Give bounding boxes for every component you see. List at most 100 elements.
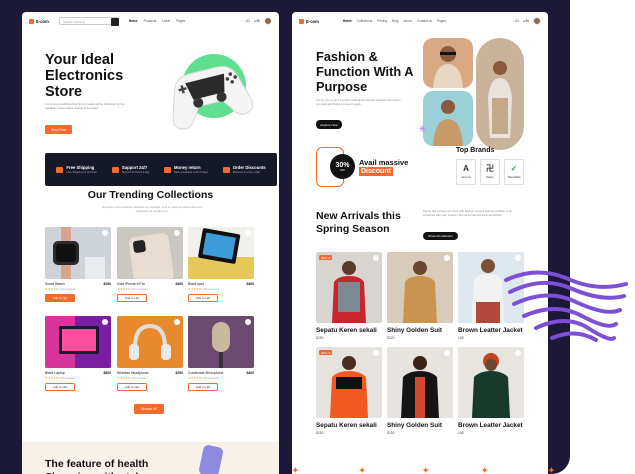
new-arrivals-description: Spring has arrived, we come with fashion… [423,209,512,217]
product-card[interactable]: Gold iPhone 8 Pro $400 ★★★★★ (24 reviews)… [117,227,183,302]
nav-link-about[interactable]: About [403,19,411,23]
marquee-item[interactable]: Acc [567,465,585,474]
headphone-icon [129,323,171,360]
marquee-item[interactable]: Modern [311,465,347,474]
ipad-image[interactable] [188,227,254,279]
wishlist-heart-icon[interactable] [245,230,251,236]
feature-title: Order Discounts [232,165,266,170]
fashion-card[interactable]: Shiny Golden Suit $320 [387,252,453,340]
fashion-store-page[interactable]: E-com Home Collections Pricing Blog Abou… [292,12,548,474]
add-to-cart-button[interactable]: Add to cart [45,383,75,391]
brand-card-taleswife[interactable]: ✓ TalesWife [504,159,524,185]
nav-link-home[interactable]: Home [129,19,138,23]
fashion-card[interactable]: 20% off Sepatu Keren sekali $250 [316,347,382,435]
brand-logo[interactable]: E-com [299,18,319,24]
nav-link-products[interactable]: Products [144,19,157,23]
search-icon[interactable] [110,17,119,26]
hero-photo-2 [476,38,524,150]
wishlist-icon[interactable]: ♡01 [513,19,519,23]
fashion-image[interactable] [387,252,453,323]
product-card[interactable]: Condenser Microphone $400 ★★★★★ (16 revie… [188,316,254,391]
product-name: Wireless Headphone [117,371,149,375]
hero-description: It is for you so find a perfect outfit a… [316,98,401,106]
nav-link-label[interactable]: Label [162,19,170,23]
feature-title: Free Shipping [66,165,95,170]
product-card[interactable]: Black Laptop $800 ★★★★★ (14 reviews) Add … [45,316,111,391]
product-card[interactable]: Smart Watch $250 ★★★★★ (14 reviews) Add t… [45,227,111,302]
fashion-card[interactable]: Brown Leatter Jacket 15$ [458,347,524,435]
fashion-image[interactable] [387,347,453,418]
add-to-cart-button[interactable]: Add to cart [188,294,218,302]
marquee-item[interactable]: Trendy [378,465,411,474]
star-icon: ✦ [422,465,430,474]
product-name: Sepatu Keren sekali [316,327,377,334]
add-to-cart-button[interactable]: Add to cart [117,294,147,302]
nav-actions: ♡01 ⊔$0 [513,17,541,25]
wishlist-heart-icon[interactable] [174,319,180,325]
nav-link-home[interactable]: Home [343,19,352,23]
product-price: $250 [316,431,324,435]
show-all-collection-button[interactable]: Show all collection [423,232,458,240]
avatar[interactable] [533,17,541,25]
nav-link-contact[interactable]: Contact us [417,19,432,23]
hero-title: Fashion & Function With A Purpose [316,49,414,94]
feature-support: Support 24/7 Support 24 Hours a day [111,165,149,174]
fashion-image[interactable]: 20% off [316,252,382,323]
cart-icon[interactable]: ⊔$0 [523,19,529,23]
wishlist-heart-icon[interactable] [444,255,450,261]
marquee-item[interactable]: Jeans [441,465,469,474]
nav-link-pages[interactable]: Pages [176,19,185,23]
iphone-image[interactable] [117,227,183,279]
add-to-cart-button[interactable]: Add to cart [188,383,218,391]
review-count: (18 reviews) [202,287,219,291]
nav-link-pricing[interactable]: Pricing [377,19,387,23]
wishlist-heart-icon[interactable] [245,319,251,325]
discount-word: Discount [359,167,393,176]
discount-icon [222,166,230,173]
brand-card-daisy[interactable]: 卍 Daisy [480,159,500,185]
product-name: Black Ipad [188,282,204,286]
trending-title: Our Trending Collections [87,189,214,201]
tablet-icon [188,228,254,279]
wishlist-heart-icon[interactable] [174,230,180,236]
explore-now-button[interactable]: Explore Now [316,120,342,129]
brand-logo[interactable]: E-com [29,18,49,24]
nav-link-pages[interactable]: Pages [437,19,446,23]
product-card[interactable]: Wireless Headphone $250 ★★★★★ (12 reviews… [117,316,183,391]
fashion-image[interactable]: 20% off [316,347,382,418]
smart-watch-image[interactable] [45,227,111,279]
fashion-card[interactable]: Shiny Golden Suit $250 [387,347,453,435]
brand-name: Aurora [461,175,471,179]
fashion-card[interactable]: 20% off Sepatu Keren sekali $250 [316,252,382,340]
nav-link-blog[interactable]: Blog [392,19,398,23]
brand-card-aurora[interactable]: A Aurora [456,159,476,185]
search-input[interactable]: Search anything [58,17,119,26]
nav-link-collections[interactable]: Collections [357,19,373,23]
marquee-item[interactable]: Women [500,465,536,474]
shop-now-button[interactable]: Shop Now [45,125,72,134]
product-info: Black Laptop $800 [45,371,111,375]
cart-icon[interactable]: ⊔$0 [254,19,260,23]
discount-value: 30% [335,161,350,169]
feature-subtitle: Back guarantee under 5 days [174,171,208,174]
add-to-cart-button[interactable]: Add to cart [45,294,75,302]
top-nav: E-com Search anything Home Products Labe… [22,12,279,30]
wishlist-heart-icon[interactable] [102,319,108,325]
model-photo-icon [403,261,437,323]
add-to-cart-button[interactable]: Add to cart [117,383,147,391]
health-title: The feature of health Shopping with styl… [45,458,149,474]
wishlist-heart-icon[interactable] [373,350,379,356]
product-price: $250 [175,371,183,375]
wishlist-icon[interactable]: ♡01 [244,19,250,23]
microphone-image[interactable] [188,316,254,368]
avatar[interactable] [264,17,272,25]
review-count: (14 reviews) [59,376,76,380]
electronics-store-page[interactable]: E-com Search anything Home Products Labe… [22,12,279,474]
wishlist-heart-icon[interactable] [444,350,450,356]
headphone-image[interactable] [117,316,183,368]
product-card[interactable]: Black Ipad $400 ★★★★★ (18 reviews) Add to… [188,227,254,302]
browse-all-button[interactable]: Browse All [134,404,164,414]
wishlist-heart-icon[interactable] [373,255,379,261]
wishlist-heart-icon[interactable] [102,230,108,236]
laptop-image[interactable] [45,316,111,368]
